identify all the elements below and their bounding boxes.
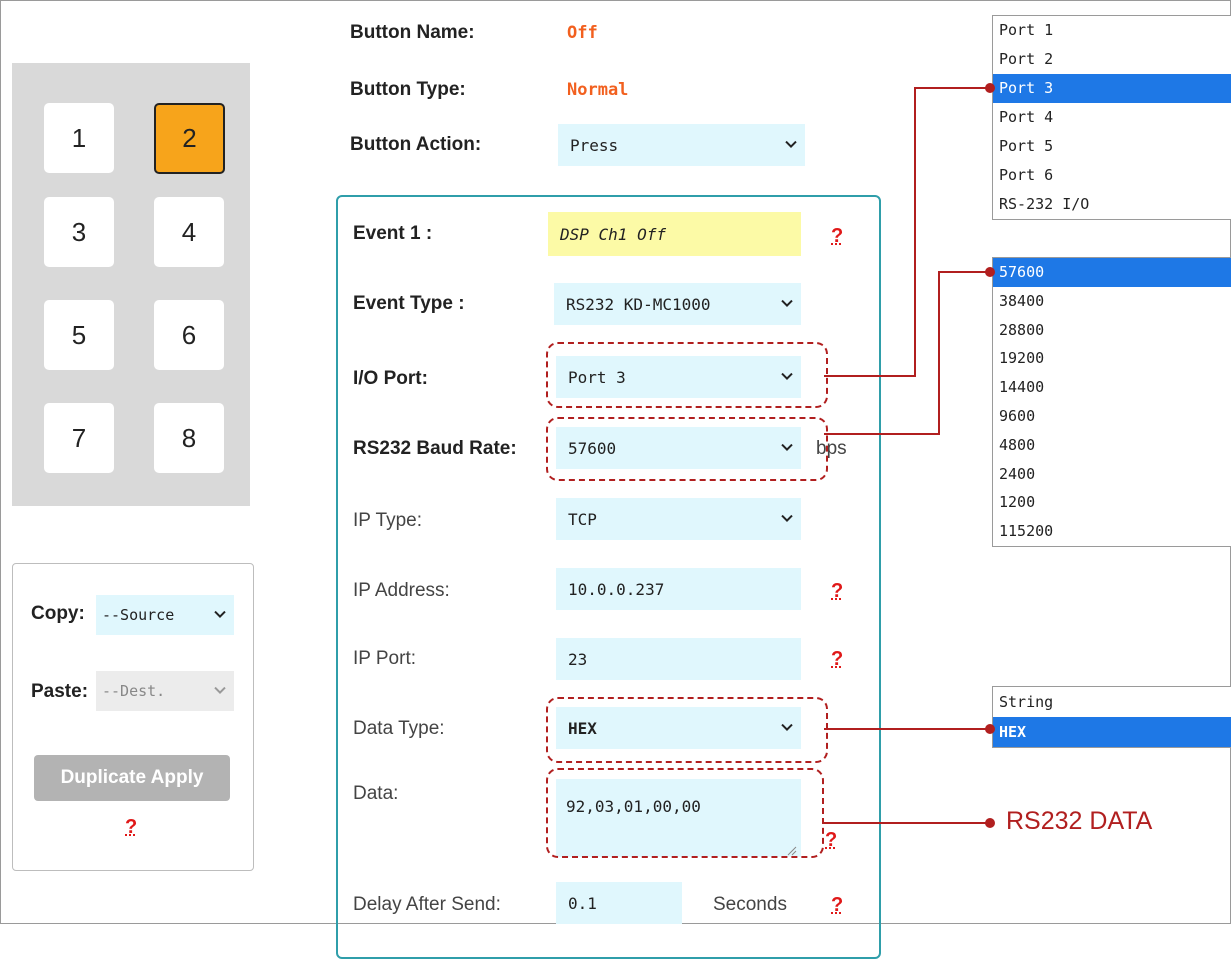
duplicate-apply-button[interactable]: Duplicate Apply xyxy=(34,755,230,801)
button-action-label: Button Action: xyxy=(350,134,482,155)
connector-line xyxy=(938,271,940,435)
event-type-value: RS232 KD-MC1000 xyxy=(566,294,711,314)
io-port-highlight xyxy=(546,342,828,408)
ip-port-input[interactable]: 23 xyxy=(556,638,801,680)
baud-rate-highlight xyxy=(546,417,828,481)
rs232-data-annotation: RS232 DATA xyxy=(1006,807,1153,835)
keypad-button-1[interactable]: 1 xyxy=(44,103,114,173)
help-icon[interactable]: ? xyxy=(831,648,843,671)
ip-address-input[interactable]: 10.0.0.237 xyxy=(556,568,801,610)
io-port-label: I/O Port: xyxy=(353,368,428,389)
help-icon[interactable]: ? xyxy=(831,580,843,603)
connector-line xyxy=(822,822,992,824)
list-item[interactable]: 115200 xyxy=(993,517,1231,546)
list-item[interactable]: 57600 xyxy=(993,258,1231,287)
list-item[interactable]: Port 5 xyxy=(993,132,1231,161)
data-label: Data: xyxy=(353,783,399,804)
ip-type-select[interactable]: TCP xyxy=(556,498,801,540)
delay-label: Delay After Send: xyxy=(353,894,501,915)
chevron-down-icon xyxy=(214,686,226,695)
help-icon[interactable]: ? xyxy=(831,894,843,917)
keypad-button-3[interactable]: 3 xyxy=(44,197,114,267)
connector-dot xyxy=(985,83,995,93)
ip-address-label: IP Address: xyxy=(353,580,450,601)
data-type-list: String HEX xyxy=(992,686,1231,748)
delay-input[interactable]: 0.1 xyxy=(556,882,682,924)
connector-line xyxy=(824,728,992,730)
list-item[interactable]: 2400 xyxy=(993,460,1231,489)
button-name-value: Off xyxy=(567,23,598,43)
chevron-down-icon xyxy=(785,140,797,149)
keypad-panel: 1 2 3 4 5 6 7 8 xyxy=(12,63,250,506)
keypad-button-5[interactable]: 5 xyxy=(44,300,114,370)
list-item[interactable]: String xyxy=(993,687,1231,717)
list-item[interactable]: 14400 xyxy=(993,373,1231,402)
connector-dot xyxy=(985,267,995,277)
baud-rate-label: RS232 Baud Rate: xyxy=(353,438,517,459)
event-name-input[interactable]: DSP Ch1 Off xyxy=(548,212,801,256)
event-type-select[interactable]: RS232 KD-MC1000 xyxy=(554,283,801,325)
keypad-button-8[interactable]: 8 xyxy=(154,403,224,473)
keypad-button-2[interactable]: 2 xyxy=(154,103,225,174)
connector-dot xyxy=(985,724,995,734)
chevron-down-icon xyxy=(214,610,226,619)
list-item[interactable]: Port 6 xyxy=(993,161,1231,190)
list-item[interactable]: Port 1 xyxy=(993,16,1231,45)
list-item[interactable]: 4800 xyxy=(993,431,1231,460)
data-highlight xyxy=(546,768,824,858)
keypad-button-4[interactable]: 4 xyxy=(154,197,224,267)
list-item[interactable]: 9600 xyxy=(993,402,1231,431)
keypad-button-7[interactable]: 7 xyxy=(44,403,114,473)
chevron-down-icon xyxy=(781,514,793,523)
keypad-button-6[interactable]: 6 xyxy=(154,300,224,370)
button-type-label: Button Type: xyxy=(350,79,466,100)
copy-source-select[interactable]: --Source xyxy=(96,595,234,635)
list-item[interactable]: Port 2 xyxy=(993,45,1231,74)
list-item[interactable]: HEX xyxy=(993,717,1231,747)
connector-line xyxy=(824,375,916,377)
delay-unit: Seconds xyxy=(713,894,787,915)
list-item[interactable]: Port 3 xyxy=(993,74,1231,103)
ip-port-label: IP Port: xyxy=(353,648,417,669)
list-item[interactable]: Port 4 xyxy=(993,103,1231,132)
list-item[interactable]: 28800 xyxy=(993,316,1231,345)
data-type-label: Data Type: xyxy=(353,718,445,739)
connector-line xyxy=(914,87,916,377)
connector-dot xyxy=(985,818,995,828)
port-list: Port 1 Port 2 Port 3 Port 4 Port 5 Port … xyxy=(992,15,1231,220)
event-type-label: Event Type : xyxy=(353,293,465,314)
help-icon[interactable]: ? xyxy=(125,816,137,839)
list-item[interactable]: 19200 xyxy=(993,344,1231,373)
paste-label: Paste: xyxy=(31,681,89,702)
baud-list: 57600 38400 28800 19200 14400 9600 4800 … xyxy=(992,257,1231,547)
list-item[interactable]: 1200 xyxy=(993,488,1231,517)
connector-line xyxy=(824,433,940,435)
event-label: Event 1 : xyxy=(353,223,433,244)
list-item[interactable]: 38400 xyxy=(993,287,1231,316)
help-icon[interactable]: ? xyxy=(831,225,843,248)
button-type-value: Normal xyxy=(567,80,629,100)
list-item[interactable]: RS-232 I/O xyxy=(993,190,1231,219)
help-icon[interactable]: ? xyxy=(825,829,837,852)
chevron-down-icon xyxy=(781,299,793,308)
connector-line xyxy=(914,87,993,89)
button-action-select[interactable]: Press xyxy=(558,124,805,166)
ip-type-value: TCP xyxy=(568,509,597,529)
copy-source-value: --Source xyxy=(102,606,175,624)
paste-dest-select[interactable]: --Dest. xyxy=(96,671,234,711)
button-action-value: Press xyxy=(570,135,619,155)
ip-type-label: IP Type: xyxy=(353,510,423,531)
paste-dest-value: --Dest. xyxy=(102,682,166,700)
copy-label: Copy: xyxy=(31,603,85,624)
button-name-label: Button Name: xyxy=(350,22,475,43)
data-type-highlight xyxy=(546,697,828,763)
